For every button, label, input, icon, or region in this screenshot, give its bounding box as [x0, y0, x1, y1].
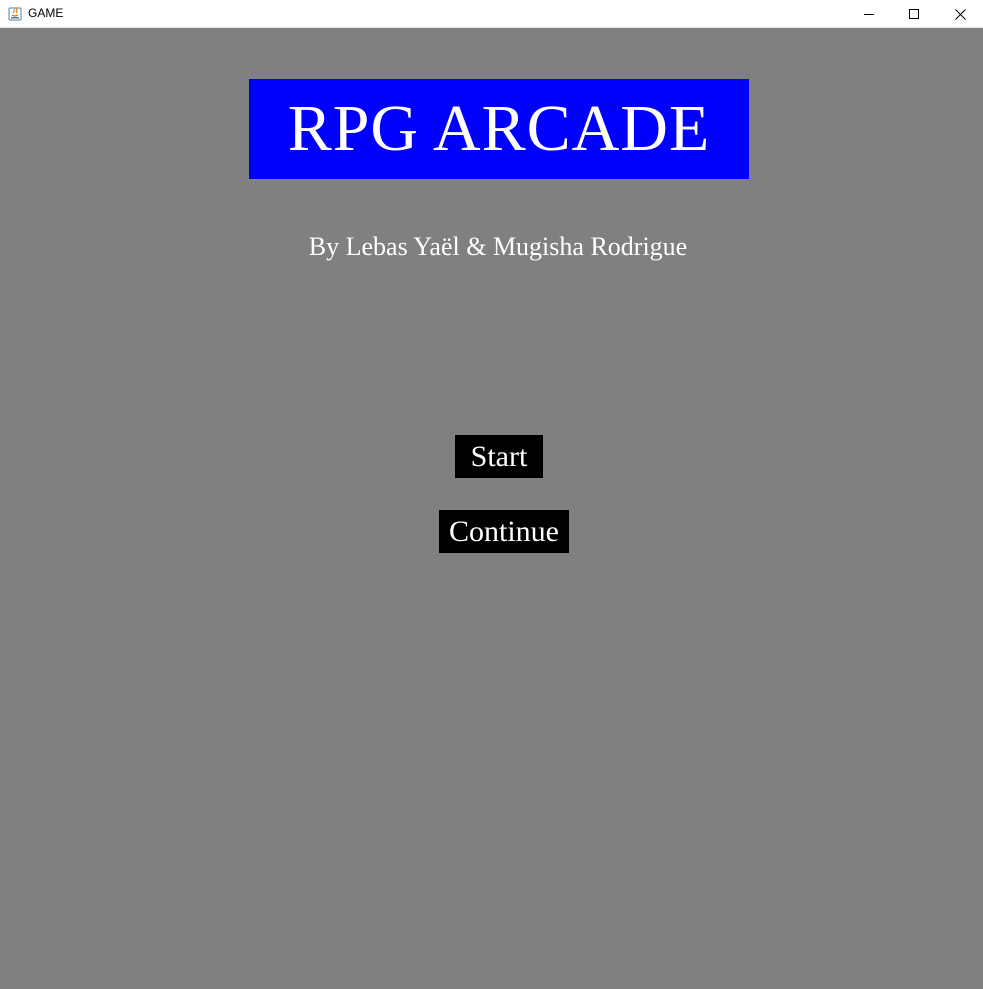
game-title-banner: RPG ARCADE — [249, 79, 749, 179]
start-button[interactable]: Start — [455, 435, 543, 478]
minimize-button[interactable] — [846, 0, 892, 28]
game-window: GAME RPG ARCADE By Lebas Yaël & Mugisha … — [0, 0, 983, 989]
game-canvas: RPG ARCADE By Lebas Yaël & Mugisha Rodri… — [0, 28, 983, 989]
close-icon — [954, 8, 966, 20]
maximize-icon — [909, 9, 919, 19]
game-title: RPG ARCADE — [287, 92, 711, 165]
window-titlebar[interactable]: GAME — [0, 0, 983, 28]
maximize-button[interactable] — [891, 0, 937, 28]
credits-text: By Lebas Yaël & Mugisha Rodrigue — [308, 232, 688, 261]
continue-button[interactable]: Continue — [439, 510, 569, 553]
java-icon — [7, 5, 23, 21]
close-button[interactable] — [937, 0, 983, 28]
window-title: GAME — [28, 6, 64, 20]
minimize-icon — [864, 14, 874, 15]
